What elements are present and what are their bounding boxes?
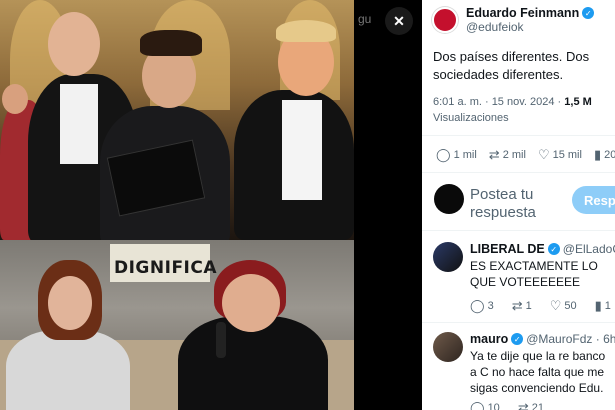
verified-icon: ✓ xyxy=(511,333,524,345)
divider xyxy=(422,322,615,323)
views-label: Visualizaciones xyxy=(433,112,509,124)
reply-count: 1 mil xyxy=(453,149,477,161)
tweet-panel: Eduardo Feinmann ✓ @edufeiok Dos países … xyxy=(422,0,615,410)
reply-actions: ◯ 10 ⇄ 21 xyxy=(470,400,544,410)
close-media-button[interactable]: ✕ xyxy=(385,7,413,35)
verified-icon: ✓ xyxy=(547,243,560,255)
verified-icon: ✓ xyxy=(582,7,595,19)
reply-submit-button[interactable]: Respo xyxy=(572,186,615,214)
avatar[interactable] xyxy=(433,332,463,362)
microphone xyxy=(216,322,226,358)
hair xyxy=(276,20,336,42)
bar-chart-icon: ▮ xyxy=(594,298,602,313)
reply-author[interactable]: LIBERAL DE ✓ @ElLadoCor xyxy=(470,242,615,256)
person-head xyxy=(2,84,28,114)
heart-icon: ♡ xyxy=(537,147,550,162)
person-head xyxy=(48,276,92,330)
heart-icon: ♡ xyxy=(549,298,562,313)
reply-author[interactable]: mauro ✓ @MauroFdz · 6h xyxy=(470,332,615,346)
reply-author-name[interactable]: LIBERAL DE xyxy=(470,242,545,256)
retweet-icon: ⇄ xyxy=(488,147,500,162)
bar-chart-icon: ▮ xyxy=(593,147,602,162)
like-button[interactable]: ♡ 50 xyxy=(550,298,577,314)
reply-count: 3 xyxy=(487,300,494,312)
tweet-text: Dos países diferentes. Dos sociedades di… xyxy=(433,49,590,82)
reply-author-name[interactable]: mauro xyxy=(470,332,508,346)
reply-author-handle[interactable]: @ElLadoCor xyxy=(563,242,615,256)
retweet-count: 2 mil xyxy=(502,149,526,161)
retweet-icon: ⇄ xyxy=(511,298,523,313)
author-name[interactable]: Eduardo Feinmann xyxy=(466,6,579,20)
reply-icon: ◯ xyxy=(470,298,485,313)
divider xyxy=(422,230,615,231)
like-count: 50 xyxy=(564,300,577,312)
media-viewer[interactable]: DIGNIFICA gu ✕ xyxy=(0,0,422,410)
retweet-icon: ⇄ xyxy=(517,400,529,410)
reply-button[interactable]: ◯ 3 xyxy=(470,298,494,314)
banner-text: DIGNIFICA xyxy=(114,258,218,278)
media-caption-fragment: gu xyxy=(358,12,372,26)
divider xyxy=(422,172,615,173)
composer-avatar xyxy=(434,184,464,214)
retweet-button[interactable]: ⇄ 1 xyxy=(512,298,532,314)
close-icon: ✕ xyxy=(393,12,405,29)
like-count: 15 mil xyxy=(552,149,582,161)
tweet-author[interactable]: Eduardo Feinmann ✓ @edufeiok xyxy=(432,6,595,34)
reply-button[interactable]: ◯ 1 mil xyxy=(436,147,477,163)
bookmark-button[interactable]: ▮ 20 xyxy=(594,147,615,163)
author-handle[interactable]: @edufeiok xyxy=(466,20,594,34)
reply-input[interactable]: Postea tu respuesta xyxy=(470,186,565,222)
views-count: 1,5 M xyxy=(564,96,592,108)
reply-text: Ya te dije que la re banco a C no hace f… xyxy=(470,349,606,395)
retweet-count: 21 xyxy=(531,402,544,410)
reply-icon: ◯ xyxy=(470,400,485,410)
shirt xyxy=(282,100,322,200)
bookmark-count: 20 xyxy=(604,149,615,161)
avatar[interactable] xyxy=(433,242,463,272)
views-count: 1 xyxy=(604,300,611,312)
views-button[interactable]: ▮ 1 xyxy=(595,298,611,314)
person-head xyxy=(48,12,100,76)
person-left-woman xyxy=(6,330,130,410)
person-head xyxy=(222,274,280,332)
photo-warehouse[interactable]: DIGNIFICA xyxy=(0,240,354,410)
timestamp[interactable]: 6:01 a. m. · 15 nov. 2024 · xyxy=(433,96,564,108)
reply-icon: ◯ xyxy=(436,147,451,162)
reply-author-handle[interactable]: @MauroFdz · 6h xyxy=(526,332,615,346)
retweet-count: 1 xyxy=(525,300,532,312)
shirt xyxy=(60,84,98,164)
like-button[interactable]: ♡ 15 mil xyxy=(538,147,582,163)
reply-text: ES EXACTAMENTE LO QUE VOTEEEEEEE xyxy=(470,259,598,289)
reply-actions: ◯ 3 ⇄ 1 ♡ 50 ▮ 1 xyxy=(470,298,611,314)
reply-count: 10 xyxy=(487,402,500,410)
banner: DIGNIFICA xyxy=(110,244,218,282)
retweet-button[interactable]: ⇄ 21 xyxy=(518,400,544,410)
retweet-button[interactable]: ⇄ 2 mil xyxy=(489,147,526,163)
tweet-meta: 6:01 a. m. · 15 nov. 2024 · 1,5 M xyxy=(433,96,592,108)
tweet-actions: ◯ 1 mil ⇄ 2 mil ♡ 15 mil ▮ 20 xyxy=(436,147,615,163)
hair xyxy=(140,30,202,56)
avatar[interactable] xyxy=(432,7,458,33)
reply-button[interactable]: ◯ 10 xyxy=(470,400,500,410)
photo-gala[interactable] xyxy=(0,0,354,240)
divider xyxy=(422,135,615,136)
